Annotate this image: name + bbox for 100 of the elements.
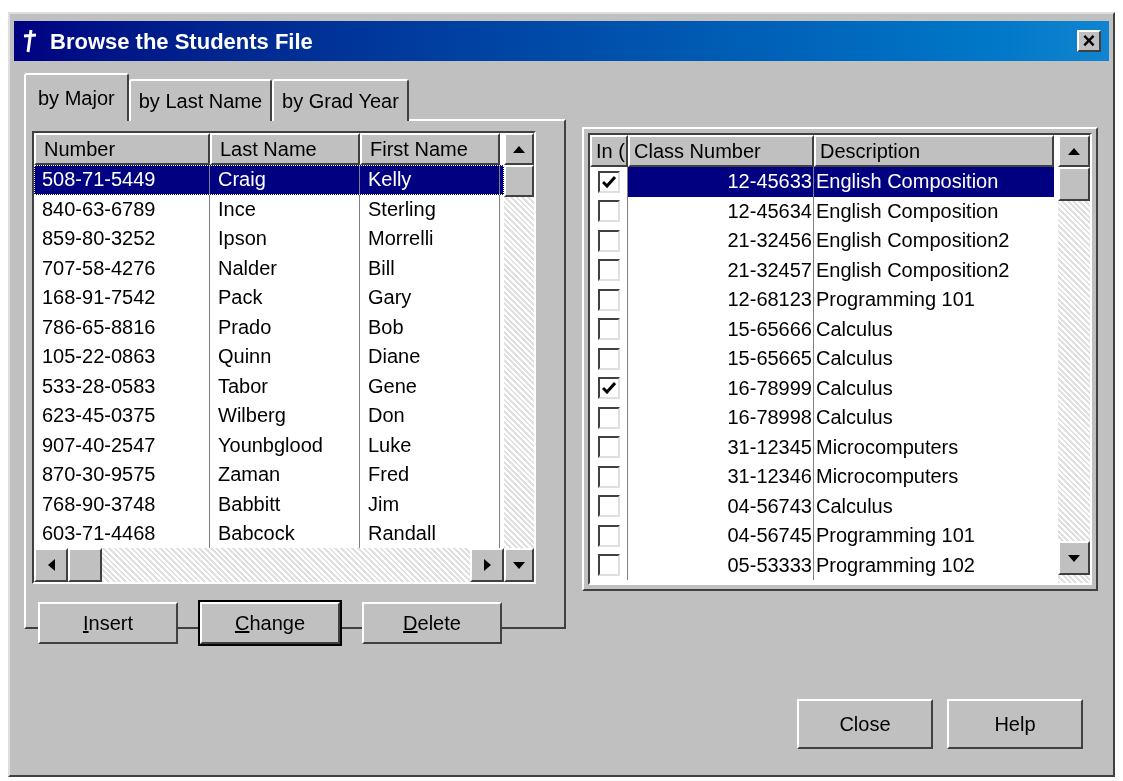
table-cell: Tabor	[210, 371, 360, 401]
table-cell: Gary	[360, 283, 500, 313]
scroll-up-button[interactable]	[504, 133, 534, 165]
checkbox[interactable]	[597, 259, 620, 282]
button[interactable]: Change	[200, 602, 340, 644]
table-cell: Diane	[360, 342, 500, 372]
table-row[interactable]: 168-91-7542 Pack Gary	[34, 283, 504, 313]
table-cell-text: Calculus	[815, 316, 894, 342]
column-header[interactable]: First Name	[360, 133, 500, 165]
vertical-scrollbar[interactable]	[504, 133, 534, 548]
table-cell: 16-78998	[628, 403, 814, 433]
table-cell: 12-45634	[628, 196, 814, 226]
table-cell: Morrelli	[360, 224, 500, 254]
table-cell-text: Programming 102	[815, 552, 976, 578]
checkbox[interactable]	[597, 524, 620, 547]
scroll-thumb[interactable]	[68, 548, 102, 582]
checkbox[interactable]	[597, 465, 620, 488]
table-row[interactable]: 31-12345 Microcomputers	[628, 432, 1054, 462]
table-cell: Wilberg	[210, 401, 360, 431]
table-row[interactable]: 508-71-5449 Craig Kelly	[34, 165, 504, 195]
table-row[interactable]: 907-40-2547 Younbglood Luke	[34, 430, 504, 460]
table-cell: 05-53333	[628, 550, 814, 580]
table-row[interactable]: 31-12346 Microcomputers	[628, 462, 1054, 492]
table-cell: Craig	[210, 165, 360, 195]
button[interactable]: Close	[797, 699, 933, 749]
table-row[interactable]: 870-30-9575 Zaman Fred	[34, 460, 504, 490]
checkbox[interactable]	[597, 229, 620, 252]
table-row[interactable]: 12-68123 Programming 101	[628, 285, 1054, 315]
tab[interactable]: by Major	[24, 73, 129, 121]
scroll-thumb[interactable]	[1058, 167, 1090, 201]
table-row[interactable]: 16-78999 Calculus	[628, 373, 1054, 403]
checkbox[interactable]	[597, 495, 620, 518]
table-cell: 786-65-8816	[34, 312, 210, 342]
table-cell-text: Microcomputers	[815, 464, 960, 489]
button[interactable]: Help	[947, 699, 1083, 749]
column-header[interactable]: Class Number	[628, 135, 814, 167]
table-row[interactable]: 15-65665 Calculus	[628, 344, 1054, 374]
table-cell: Fred	[360, 460, 500, 490]
table-row[interactable]: 16-78998 Calculus	[628, 403, 1054, 433]
up-arrow-icon	[1068, 147, 1080, 155]
column-header[interactable]: Description	[814, 135, 1054, 167]
column-header[interactable]: In (	[590, 135, 628, 167]
table-row[interactable]: 12-45633 English Composition	[628, 167, 1054, 197]
button[interactable]: Insert	[38, 602, 178, 644]
table-cell: Quinn	[210, 342, 360, 372]
table-cell: 15-65666	[628, 314, 814, 344]
table-cell-text: English Composition	[815, 198, 1000, 224]
column-header[interactable]: Last Name	[210, 133, 360, 165]
scroll-thumb[interactable]	[504, 165, 534, 197]
checkbox[interactable]	[597, 200, 620, 223]
down-arrow-icon	[513, 561, 525, 569]
table-cell: 21-32457	[628, 255, 814, 285]
table-cell-text: English Composition2	[815, 228, 1011, 253]
table-row[interactable]: 859-80-3252 Ipson Morrelli	[34, 224, 504, 254]
horizontal-scrollbar[interactable]	[34, 548, 504, 582]
table-row[interactable]: 15-65666 Calculus	[628, 314, 1054, 344]
table-row[interactable]: 768-90-3748 Babbitt Jim	[34, 489, 504, 519]
checkbox[interactable]	[597, 347, 620, 370]
table-row[interactable]: 04-56745 Programming 101	[628, 521, 1054, 551]
table-row[interactable]: 707-58-4276 Nalder Bill	[34, 253, 504, 283]
table-row[interactable]: 21-32457 English Composition2	[628, 255, 1054, 285]
scroll-up-button[interactable]	[1058, 135, 1090, 167]
table-row[interactable]: 105-22-0863 Quinn Diane	[34, 342, 504, 372]
column-header[interactable]: Number	[34, 133, 210, 165]
table-row[interactable]: 533-28-0583 Tabor Gene	[34, 371, 504, 401]
checkmark-icon	[601, 382, 616, 395]
table-row[interactable]: 04-56743 Calculus	[628, 491, 1054, 521]
table-cell: 04-56743	[628, 491, 814, 521]
table-cell-text: Programming 101	[815, 523, 976, 548]
scroll-down-button[interactable]	[1058, 541, 1090, 575]
table-cell: 870-30-9575	[34, 460, 210, 490]
table-row[interactable]: 840-63-6789 Ince Sterling	[34, 194, 504, 224]
scroll-left-button[interactable]	[34, 548, 68, 582]
scroll-right-button[interactable]	[470, 548, 504, 582]
table-cell: 533-28-0583	[34, 371, 210, 401]
table-cell-text: Calculus	[815, 493, 894, 519]
tab[interactable]: by Last Name	[128, 79, 273, 121]
checkbox[interactable]	[597, 288, 620, 311]
checkbox[interactable]	[597, 170, 620, 193]
table-cell: 907-40-2547	[34, 430, 210, 460]
scroll-down-button[interactable]	[504, 548, 534, 582]
table-cell: Prado	[210, 312, 360, 342]
checkbox[interactable]	[597, 318, 620, 341]
table-row[interactable]: 623-45-0375 Wilberg Don	[34, 401, 504, 431]
checkbox[interactable]	[597, 377, 620, 400]
table-row[interactable]: 21-32456 English Composition2	[628, 226, 1054, 256]
table-row[interactable]: 786-65-8816 Prado Bob	[34, 312, 504, 342]
table-cell: 508-71-5449	[34, 165, 210, 195]
button[interactable]: Delete	[362, 602, 502, 644]
checkbox[interactable]	[597, 436, 620, 459]
checkbox[interactable]	[597, 554, 620, 577]
table-row[interactable]: 05-53333 Programming 102	[628, 550, 1054, 580]
close-button[interactable]: ×	[1077, 30, 1101, 52]
vertical-scrollbar[interactable]	[1058, 135, 1090, 583]
table-cell: Jim	[360, 489, 500, 519]
table-row[interactable]: 12-45634 English Composition	[628, 196, 1054, 226]
checkbox[interactable]	[597, 406, 620, 429]
table-cell: Luke	[360, 430, 500, 460]
left-arrow-icon	[47, 559, 55, 571]
tab[interactable]: by Grad Year	[272, 79, 409, 121]
